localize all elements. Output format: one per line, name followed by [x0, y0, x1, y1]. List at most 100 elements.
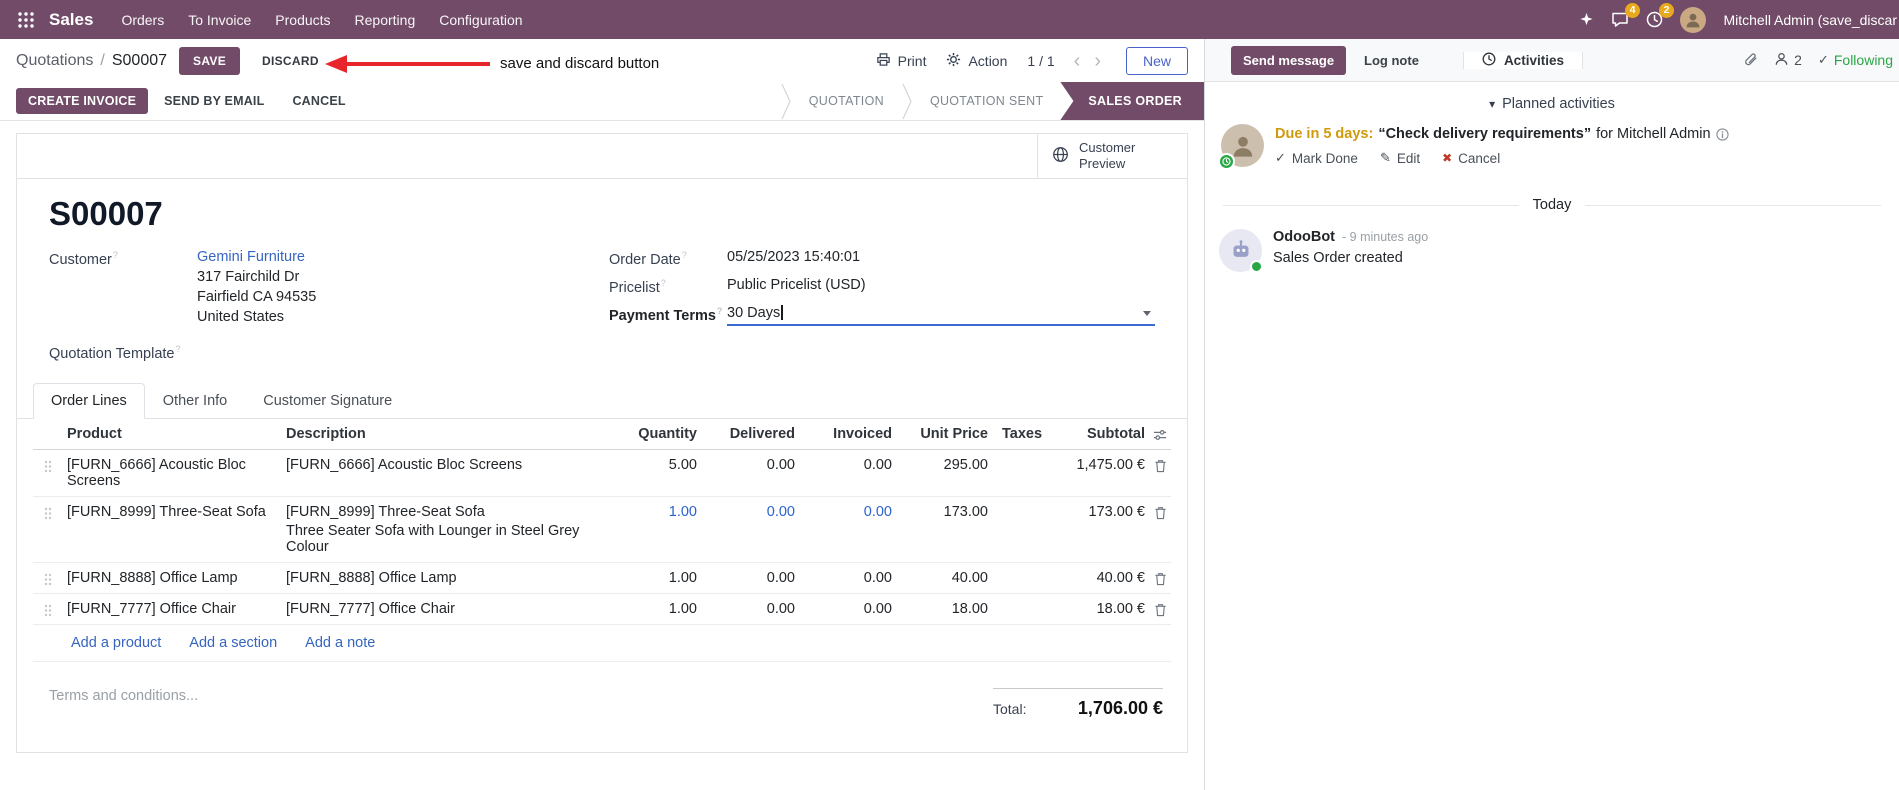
order-date-value[interactable]: 05/25/2023 15:40:01 [727, 249, 860, 268]
order-line-row[interactable]: [FURN_8999] Three-Seat Sofa [FURN_8999] … [33, 497, 1171, 563]
header-product[interactable]: Product [63, 419, 282, 449]
following-button[interactable]: ✓ Following [1818, 52, 1893, 68]
cell-invoiced[interactable]: 0.00 [799, 450, 896, 480]
header-unit-price[interactable]: Unit Price [896, 419, 992, 449]
header-delivered[interactable]: Delivered [701, 419, 799, 449]
mark-done-button[interactable]: ✓ Mark Done [1275, 150, 1358, 166]
customer-preview-button[interactable]: Customer Preview [1037, 134, 1187, 178]
nav-configuration[interactable]: Configuration [427, 1, 534, 39]
paperclip-icon[interactable] [1743, 52, 1758, 68]
apps-grid-icon[interactable] [10, 4, 42, 36]
header-invoiced[interactable]: Invoiced [799, 419, 896, 449]
log-note-button[interactable]: Log note [1354, 46, 1429, 75]
nav-to-invoice[interactable]: To Invoice [176, 1, 263, 39]
activities-tab[interactable]: Activities [1462, 51, 1583, 69]
planned-activities-header[interactable]: ▾ Planned activities [1219, 96, 1885, 112]
header-quantity[interactable]: Quantity [615, 419, 701, 449]
action-button[interactable]: Action [946, 52, 1007, 70]
cell-quantity[interactable]: 5.00 [615, 450, 701, 480]
terms-placeholder[interactable]: Terms and conditions... [49, 688, 198, 719]
user-avatar[interactable] [1680, 6, 1707, 33]
add-section-link[interactable]: Add a section [189, 635, 277, 651]
header-subtotal[interactable]: Subtotal [1061, 419, 1149, 449]
nav-orders[interactable]: Orders [109, 1, 176, 39]
activity-avatar[interactable] [1218, 124, 1264, 170]
stage-quotation-sent[interactable]: QUOTATION SENT [913, 82, 1060, 120]
payment-terms-input[interactable]: 30 Days [727, 305, 1155, 326]
cell-description[interactable]: [FURN_8999] Three-Seat Sofa Three Seater… [282, 497, 615, 562]
breadcrumb-quotations[interactable]: Quotations [16, 52, 93, 70]
send-message-button[interactable]: Send message [1231, 45, 1347, 75]
print-button[interactable]: Print [876, 52, 926, 70]
cell-unit-price[interactable]: 173.00 [896, 497, 992, 527]
sparkle-icon[interactable] [1579, 12, 1594, 27]
drag-handle-icon[interactable] [33, 497, 63, 520]
optional-columns-icon[interactable] [1149, 419, 1171, 442]
cell-quantity[interactable]: 1.00 [615, 563, 701, 593]
cell-delivered[interactable]: 0.00 [701, 594, 799, 624]
customer-link[interactable]: Gemini Furniture [197, 249, 316, 265]
dropdown-caret-icon[interactable] [1143, 310, 1151, 316]
add-product-link[interactable]: Add a product [71, 635, 161, 651]
tab-other-info[interactable]: Other Info [145, 383, 245, 419]
cell-quantity[interactable]: 1.00 [615, 497, 701, 527]
app-name[interactable]: Sales [49, 10, 93, 30]
cell-description[interactable]: [FURN_8888] Office Lamp [282, 563, 615, 593]
cell-taxes[interactable] [992, 497, 1061, 511]
cell-product[interactable]: [FURN_8999] Three-Seat Sofa [63, 497, 282, 527]
cell-unit-price[interactable]: 18.00 [896, 594, 992, 624]
cell-description[interactable]: [FURN_7777] Office Chair [282, 594, 615, 624]
messages-icon[interactable]: 4 [1611, 3, 1641, 28]
cell-description[interactable]: [FURN_6666] Acoustic Bloc Screens [282, 450, 615, 480]
cell-delivered[interactable]: 0.00 [701, 497, 799, 527]
drag-handle-icon[interactable] [33, 563, 63, 586]
cell-product[interactable]: [FURN_7777] Office Chair [63, 594, 282, 624]
drag-handle-icon[interactable] [33, 594, 63, 617]
cell-unit-price[interactable]: 40.00 [896, 563, 992, 593]
order-line-row[interactable]: [FURN_8888] Office Lamp [FURN_8888] Offi… [33, 563, 1171, 594]
save-button[interactable]: SAVE [179, 46, 241, 75]
add-note-link[interactable]: Add a note [305, 635, 375, 651]
stage-sales-order[interactable]: SALES ORDER [1060, 82, 1204, 120]
cell-product[interactable]: [FURN_8888] Office Lamp [63, 563, 282, 593]
tab-customer-signature[interactable]: Customer Signature [245, 383, 410, 419]
nav-products[interactable]: Products [263, 1, 342, 39]
drag-handle-icon[interactable] [33, 450, 63, 473]
header-taxes[interactable]: Taxes [992, 419, 1061, 449]
cell-delivered[interactable]: 0.00 [701, 450, 799, 480]
create-invoice-button[interactable]: CREATE INVOICE [16, 88, 149, 114]
user-menu[interactable]: Mitchell Admin (save_discar [1723, 12, 1897, 28]
nav-reporting[interactable]: Reporting [343, 1, 428, 39]
info-icon[interactable] [1715, 127, 1729, 141]
order-line-row[interactable]: [FURN_6666] Acoustic Bloc Screens [FURN_… [33, 450, 1171, 497]
order-line-row[interactable]: [FURN_7777] Office Chair [FURN_7777] Off… [33, 594, 1171, 625]
followers-button[interactable]: 2 [1774, 52, 1802, 69]
new-button[interactable]: New [1125, 46, 1188, 75]
edit-activity-button[interactable]: ✎ Edit [1380, 150, 1420, 166]
cell-invoiced[interactable]: 0.00 [799, 497, 896, 527]
delete-line-icon[interactable] [1149, 450, 1171, 473]
delete-line-icon[interactable] [1149, 497, 1171, 520]
delete-line-icon[interactable] [1149, 563, 1171, 586]
cell-product[interactable]: [FURN_6666] Acoustic Bloc Screens [63, 450, 282, 496]
send-by-email-button[interactable]: SEND BY EMAIL [152, 88, 276, 114]
cell-unit-price[interactable]: 295.00 [896, 450, 992, 480]
cell-taxes[interactable] [992, 450, 1061, 464]
delete-line-icon[interactable] [1149, 594, 1171, 617]
cancel-activity-button[interactable]: ✖ Cancel [1442, 151, 1500, 166]
cell-quantity[interactable]: 1.00 [615, 594, 701, 624]
cell-invoiced[interactable]: 0.00 [799, 563, 896, 593]
activity-clock-icon[interactable]: 2 [1646, 3, 1675, 28]
header-description[interactable]: Description [282, 419, 615, 449]
cell-taxes[interactable] [992, 594, 1061, 608]
pager-previous-icon[interactable]: ‹ [1069, 51, 1086, 71]
tab-order-lines[interactable]: Order Lines [33, 382, 145, 419]
stage-quotation[interactable]: QUOTATION [792, 82, 901, 120]
cell-invoiced[interactable]: 0.00 [799, 594, 896, 624]
message-author[interactable]: OdooBot [1273, 229, 1335, 245]
pager-next-icon[interactable]: › [1089, 51, 1106, 71]
discard-button[interactable]: DISCARD [252, 48, 329, 74]
cell-delivered[interactable]: 0.00 [701, 563, 799, 593]
cell-taxes[interactable] [992, 563, 1061, 577]
cancel-button[interactable]: CANCEL [280, 88, 357, 114]
